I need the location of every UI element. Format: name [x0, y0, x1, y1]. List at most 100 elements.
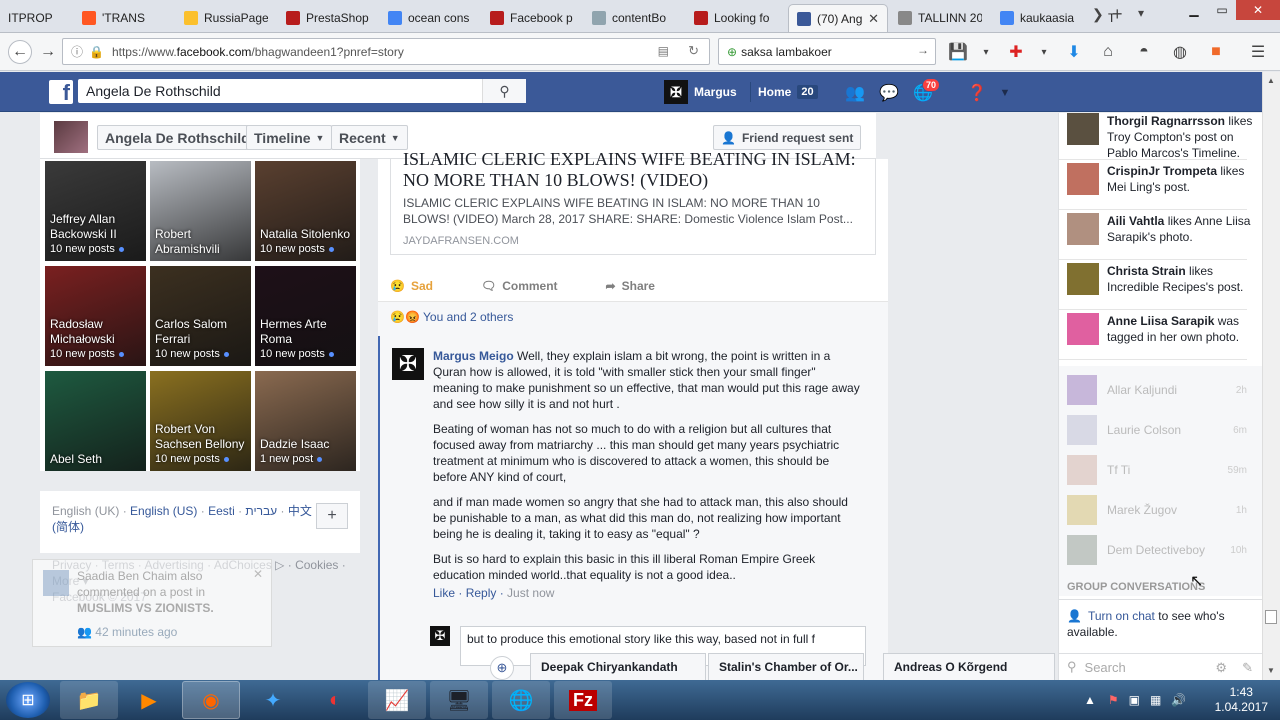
friend-tile[interactable]: Radosław Michałowski 10 new posts	[45, 266, 146, 366]
volume-icon[interactable]: 🔊	[1171, 693, 1186, 707]
compose-icon[interactable]: ✎	[1242, 660, 1253, 676]
tab-1[interactable]: 'TRANS	[74, 4, 174, 32]
start-button[interactable]: ⊞	[6, 682, 50, 718]
friend-request-sent-button[interactable]: 👤 Friend request sent	[713, 125, 862, 150]
tray-clipboard-icon[interactable]: ▣	[1129, 693, 1140, 707]
chat-contact[interactable]: Tf Ti 59m	[1067, 450, 1247, 490]
friend-tile[interactable]: Jeffrey Allan Backowski II 10 new posts	[45, 161, 146, 261]
ticker-name[interactable]: Thorgil Ragnarrsson	[1107, 114, 1225, 128]
sync-icon[interactable]: ◍	[1168, 40, 1192, 64]
maximize-button[interactable]: ▭	[1208, 0, 1236, 20]
ticker-name[interactable]: Anne Liisa Sarapik	[1107, 314, 1214, 328]
comment-button[interactable]: 🗨 Comment	[481, 279, 582, 293]
chat-contact[interactable]: Dem Detectiveboy 10h	[1067, 530, 1247, 570]
gear-icon[interactable]: ⚙	[1215, 660, 1227, 676]
scroll-up-icon[interactable]: ▲	[1267, 76, 1275, 85]
tab-4[interactable]: ocean cons	[380, 4, 480, 32]
tab-2[interactable]: RussiaPage	[176, 4, 276, 32]
scroll-thumb[interactable]	[1265, 610, 1277, 624]
close-icon[interactable]: ✕	[253, 566, 263, 582]
menu-icon[interactable]: ☰	[1246, 40, 1270, 64]
reader-view-icon[interactable]: ▤	[658, 44, 669, 58]
timeline-button[interactable]: Timeline ▼	[246, 125, 333, 150]
chat-contact[interactable]: Allar Kaljundi 2h	[1067, 370, 1247, 410]
notification-popup[interactable]: Saadia Ben Chaim also commented on a pos…	[32, 559, 272, 647]
comment-avatar[interactable]: ✠	[392, 348, 424, 380]
lang-link-1[interactable]: Eesti	[208, 504, 235, 518]
url-bar[interactable]: ⓘ 🔒 https://www. facebook.com/bhagwandeen…	[62, 38, 710, 65]
tab-list-icon[interactable]: ▾	[1138, 6, 1144, 20]
tray-arrow-icon[interactable]: ▲	[1084, 693, 1096, 707]
minimize-button[interactable]: ▁	[1180, 0, 1208, 20]
chat-search-input[interactable]: ⚲ Search ⚙ ✎	[1059, 653, 1262, 680]
ticker-item[interactable]: Anne Liisa Sarapik was tagged in her own…	[1067, 313, 1257, 361]
recent-button[interactable]: Recent ▼	[331, 125, 408, 150]
reactions-summary[interactable]: 😢😡 You and 2 others	[378, 301, 888, 336]
like-link[interactable]: Like	[433, 586, 455, 600]
notifications-icon[interactable]: 🌐 70	[912, 78, 941, 104]
friend-tile[interactable]: Robert Von Sachsen Bellony 10 new posts	[150, 371, 251, 471]
close-window-button[interactable]: ✕	[1236, 0, 1280, 20]
pocket-icon[interactable]: ◓	[1132, 40, 1156, 64]
ticker-item[interactable]: Aili Vahtla likes Anne Liisa Sarapik's p…	[1067, 213, 1257, 261]
ticker-name[interactable]: CrispinJr Trompeta	[1107, 164, 1217, 178]
forward-button[interactable]: →	[36, 40, 60, 64]
app-icon-4[interactable]: ✦	[244, 681, 302, 719]
chat-contact[interactable]: Marek Žugov 1h	[1067, 490, 1247, 530]
info-icon[interactable]: ⓘ	[71, 43, 83, 60]
firefox-icon[interactable]: ◉	[182, 681, 240, 719]
reply-link[interactable]: Reply	[466, 586, 497, 600]
help-icon[interactable]: ❓	[966, 82, 988, 104]
tray-flag-icon[interactable]: ⚑	[1108, 693, 1119, 707]
tab-5[interactable]: Facebook p	[482, 4, 582, 32]
ticker-item[interactable]: Thorgil Ragnarrsson likes Troy Compton's…	[1067, 113, 1257, 161]
friend-tile[interactable]: Carlos Salom Ferrari 10 new posts	[150, 266, 251, 366]
extension-icon[interactable]: ■	[1204, 40, 1228, 64]
tab-6[interactable]: contentBo	[584, 4, 684, 32]
ticker-name[interactable]: Aili Vahtla	[1107, 214, 1164, 228]
reload-icon[interactable]: ↻	[688, 43, 699, 59]
add-language-button[interactable]: +	[316, 503, 348, 529]
messenger-icon[interactable]: 💬	[878, 82, 900, 104]
sad-reaction-button[interactable]: 😢 Sad	[390, 279, 457, 293]
profile-name-button[interactable]: Angela De Rothschild	[97, 125, 258, 150]
download-icon[interactable]: ⬇	[1062, 40, 1086, 64]
search-icon[interactable]: ⚲	[482, 79, 526, 103]
ticker-item[interactable]: CrispinJr Trompeta likes Mei Ling's post…	[1067, 163, 1257, 211]
home-icon[interactable]: ⌂	[1096, 40, 1120, 64]
friend-tile[interactable]: Natalia Sitolenko 10 new posts	[255, 161, 356, 261]
friend-requests-icon[interactable]: 👥	[844, 82, 866, 104]
chat-tab-2[interactable]: Andreas O Kõrgend	[883, 653, 1055, 680]
friend-tile[interactable]: Robert Abramishvili	[150, 161, 251, 261]
friend-tile[interactable]: Hermes Arte Roma 10 new posts	[255, 266, 356, 366]
ticker-item[interactable]: Christa Strain likes Incredible Recipes'…	[1067, 263, 1257, 311]
chat-tab-0[interactable]: Deepak Chiryankandath	[530, 653, 706, 680]
share-button[interactable]: ➦ Share	[606, 279, 679, 293]
browser-search-box[interactable]: ⊕ saksa lambakoer →	[718, 38, 936, 65]
scroll-down-icon[interactable]: ▼	[1267, 666, 1275, 675]
back-button[interactable]: ←	[8, 40, 32, 64]
reactions-text[interactable]: You and 2 others	[423, 310, 513, 324]
friend-tile[interactable]: Abel Seth	[45, 371, 146, 471]
comment-author[interactable]: Margus Meigo	[433, 349, 514, 363]
account-menu-icon[interactable]: ▼	[994, 82, 1016, 104]
ticker-name[interactable]: Christa Strain	[1107, 264, 1186, 278]
chat-globe-icon[interactable]: ⊕	[490, 656, 514, 680]
network-app-icon[interactable]: 🌐	[492, 681, 550, 719]
link-title[interactable]: ISLAMIC CLERIC EXPLAINS WIFE BEATING IN …	[403, 149, 863, 191]
profile-thumbnail[interactable]	[54, 121, 88, 153]
tab-scroll-right-icon[interactable]: ❯	[1092, 6, 1104, 23]
search-go-icon[interactable]: →	[917, 43, 929, 57]
tab-0[interactable]: ITPROP	[0, 4, 72, 32]
link-preview[interactable]: ISLAMIC CLERIC EXPLAINS WIFE BEATING IN …	[390, 149, 876, 255]
app-icon-5[interactable]: ◐	[306, 681, 364, 719]
close-tab-icon[interactable]: ✕	[868, 11, 879, 27]
facebook-logo-icon[interactable]: f	[49, 80, 73, 104]
home-link[interactable]: Home 20	[758, 72, 818, 112]
profile-link[interactable]: ✠ Margus	[664, 72, 737, 112]
save-icon[interactable]: 💾	[946, 40, 970, 64]
lang-link-2[interactable]: עברית	[245, 504, 277, 518]
chart-app-icon[interactable]: 📈	[368, 681, 426, 719]
page-scrollbar[interactable]: ▲ ▼	[1262, 72, 1280, 680]
facebook-search-input[interactable]: Angela De Rothschild ⚲	[78, 79, 526, 103]
